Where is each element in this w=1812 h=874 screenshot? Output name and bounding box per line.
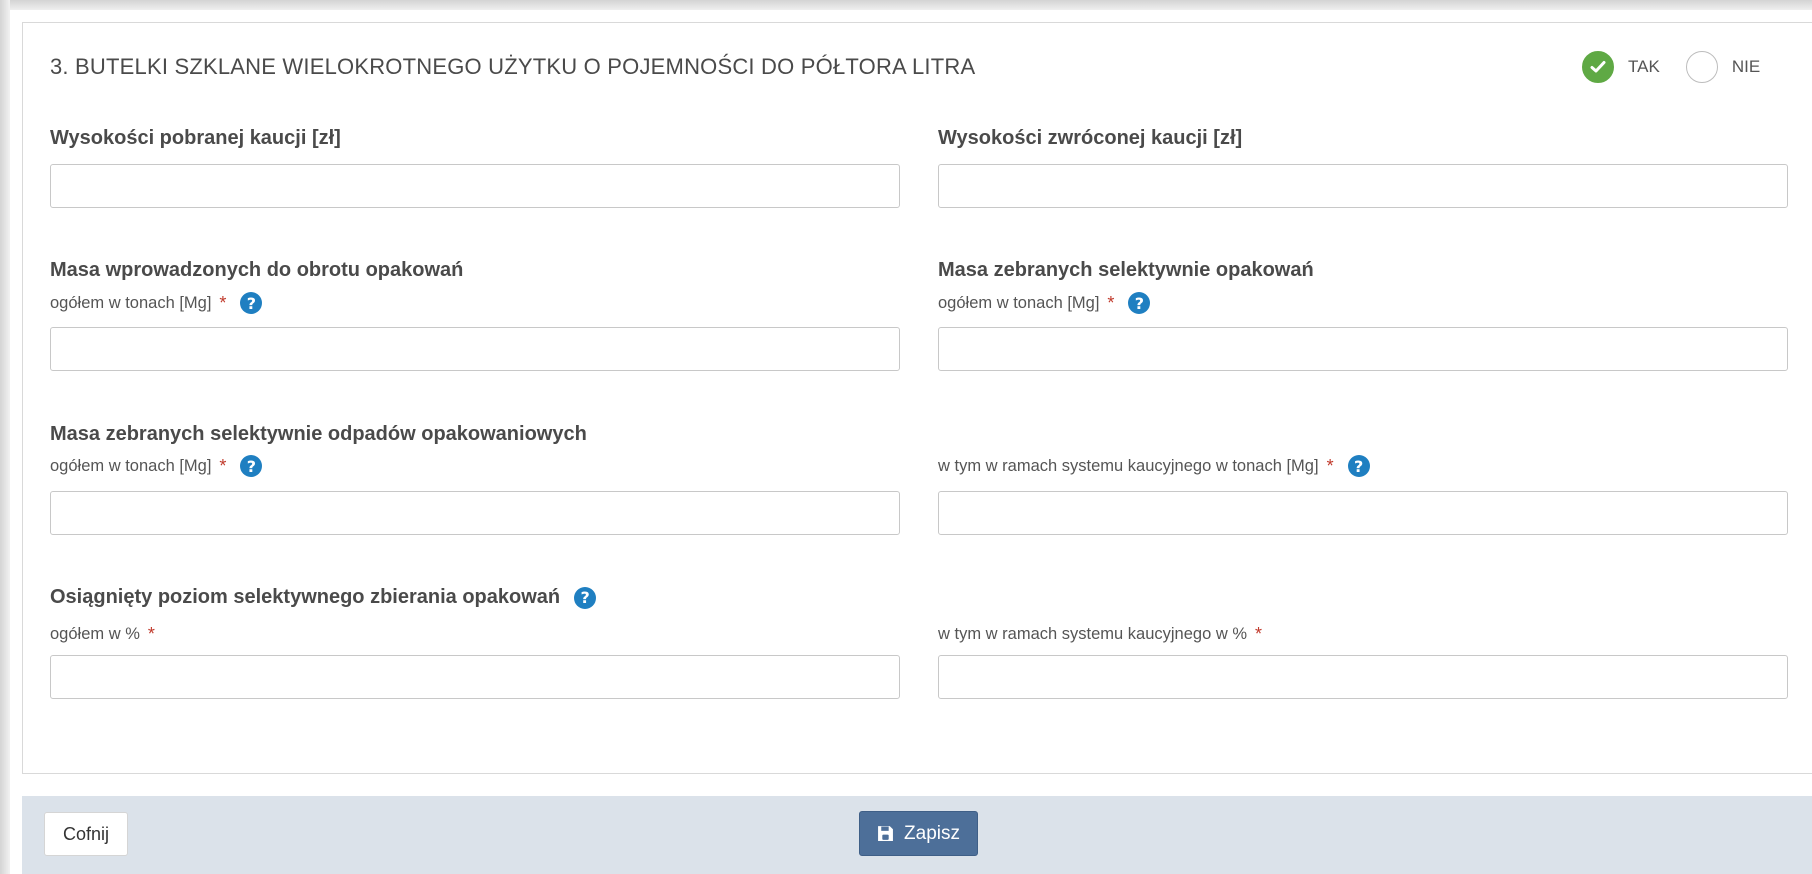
level-total-heading-row: Osiągnięty poziom selektywnego zbierania… — [50, 586, 597, 609]
waste-deposit-system-label: w tym w ramach systemu kaucyjnego w tona… — [938, 456, 1319, 475]
mass-introduced-label-row: ogółem w tonach [Mg] * ? — [50, 292, 263, 314]
required-asterisk: * — [1326, 455, 1334, 476]
level-total-input[interactable] — [50, 655, 900, 699]
deposit-returned-input[interactable] — [938, 164, 1788, 208]
waste-collected-label-row: ogółem w tonach [Mg] * ? — [50, 455, 263, 477]
required-asterisk: * — [219, 292, 227, 313]
floppy-disk-icon — [877, 825, 894, 842]
mass-collected-input[interactable] — [938, 327, 1788, 371]
required-asterisk: * — [1255, 624, 1263, 644]
mass-collected-label-row: ogółem w tonach [Mg] * ? — [938, 292, 1151, 314]
mass-introduced-heading: Masa wprowadzonych do obrotu opakowań — [50, 259, 464, 281]
required-asterisk: * — [147, 624, 155, 644]
waste-deposit-system-input[interactable] — [938, 491, 1788, 535]
help-icon[interactable]: ? — [240, 455, 263, 477]
check-circle-icon[interactable] — [1582, 51, 1614, 83]
radio-option-nie[interactable]: NIE — [1685, 51, 1761, 83]
level-total-heading: Osiągnięty poziom selektywnego zbierania… — [50, 586, 561, 608]
level-total-label-row: ogółem w % * — [50, 624, 155, 645]
required-asterisk: * — [1107, 292, 1115, 313]
waste-collected-input[interactable] — [50, 491, 900, 535]
deposit-returned-label: Wysokości zwróconej kaucji [zł] — [938, 127, 1243, 149]
level-total-label: ogółem w % — [50, 625, 140, 643]
level-deposit-system-label: w tym w ramach systemu kaucyjnego w % — [938, 625, 1248, 643]
deposit-collected-input[interactable] — [50, 164, 900, 208]
radio-label-nie: NIE — [1731, 57, 1761, 76]
waste-collected-label: ogółem w tonach [Mg] — [50, 456, 212, 475]
mass-collected-heading: Masa zebranych selektywnie opakowań — [938, 259, 1314, 281]
save-button[interactable]: Zapisz — [859, 811, 978, 856]
mass-introduced-label: ogółem w tonach [Mg] — [50, 293, 212, 312]
required-asterisk: * — [219, 455, 227, 476]
radio-label-tak: TAK — [1628, 57, 1660, 76]
level-deposit-system-input[interactable] — [938, 655, 1788, 699]
empty-circle-icon[interactable] — [1685, 51, 1718, 83]
yes-no-radio-group: TAK NIE — [1582, 51, 1786, 83]
back-button[interactable]: Cofnij — [44, 812, 128, 856]
window-frame-top — [0, 0, 1812, 10]
help-icon[interactable]: ? — [1347, 455, 1370, 477]
level-deposit-system-label-row: w tym w ramach systemu kaucyjnego w % * — [938, 624, 1262, 645]
waste-collected-heading: Masa zebranych selektywnie odpadów opako… — [50, 423, 587, 445]
help-icon[interactable]: ? — [1128, 292, 1151, 314]
mass-introduced-input[interactable] — [50, 327, 900, 371]
help-icon[interactable]: ? — [240, 292, 263, 314]
mass-collected-label: ogółem w tonach [Mg] — [938, 293, 1100, 312]
section-title: 3. BUTELKI SZKLANE WIELOKROTNEGO UŻYTKU … — [50, 54, 976, 79]
save-button-label: Zapisz — [904, 822, 960, 844]
deposit-collected-label: Wysokości pobranej kaucji [zł] — [50, 127, 341, 149]
help-icon[interactable]: ? — [574, 586, 597, 609]
radio-option-tak[interactable]: TAK — [1582, 51, 1660, 83]
waste-deposit-system-label-row: w tym w ramach systemu kaucyjnego w tona… — [938, 455, 1370, 477]
window-frame-left — [0, 0, 10, 874]
